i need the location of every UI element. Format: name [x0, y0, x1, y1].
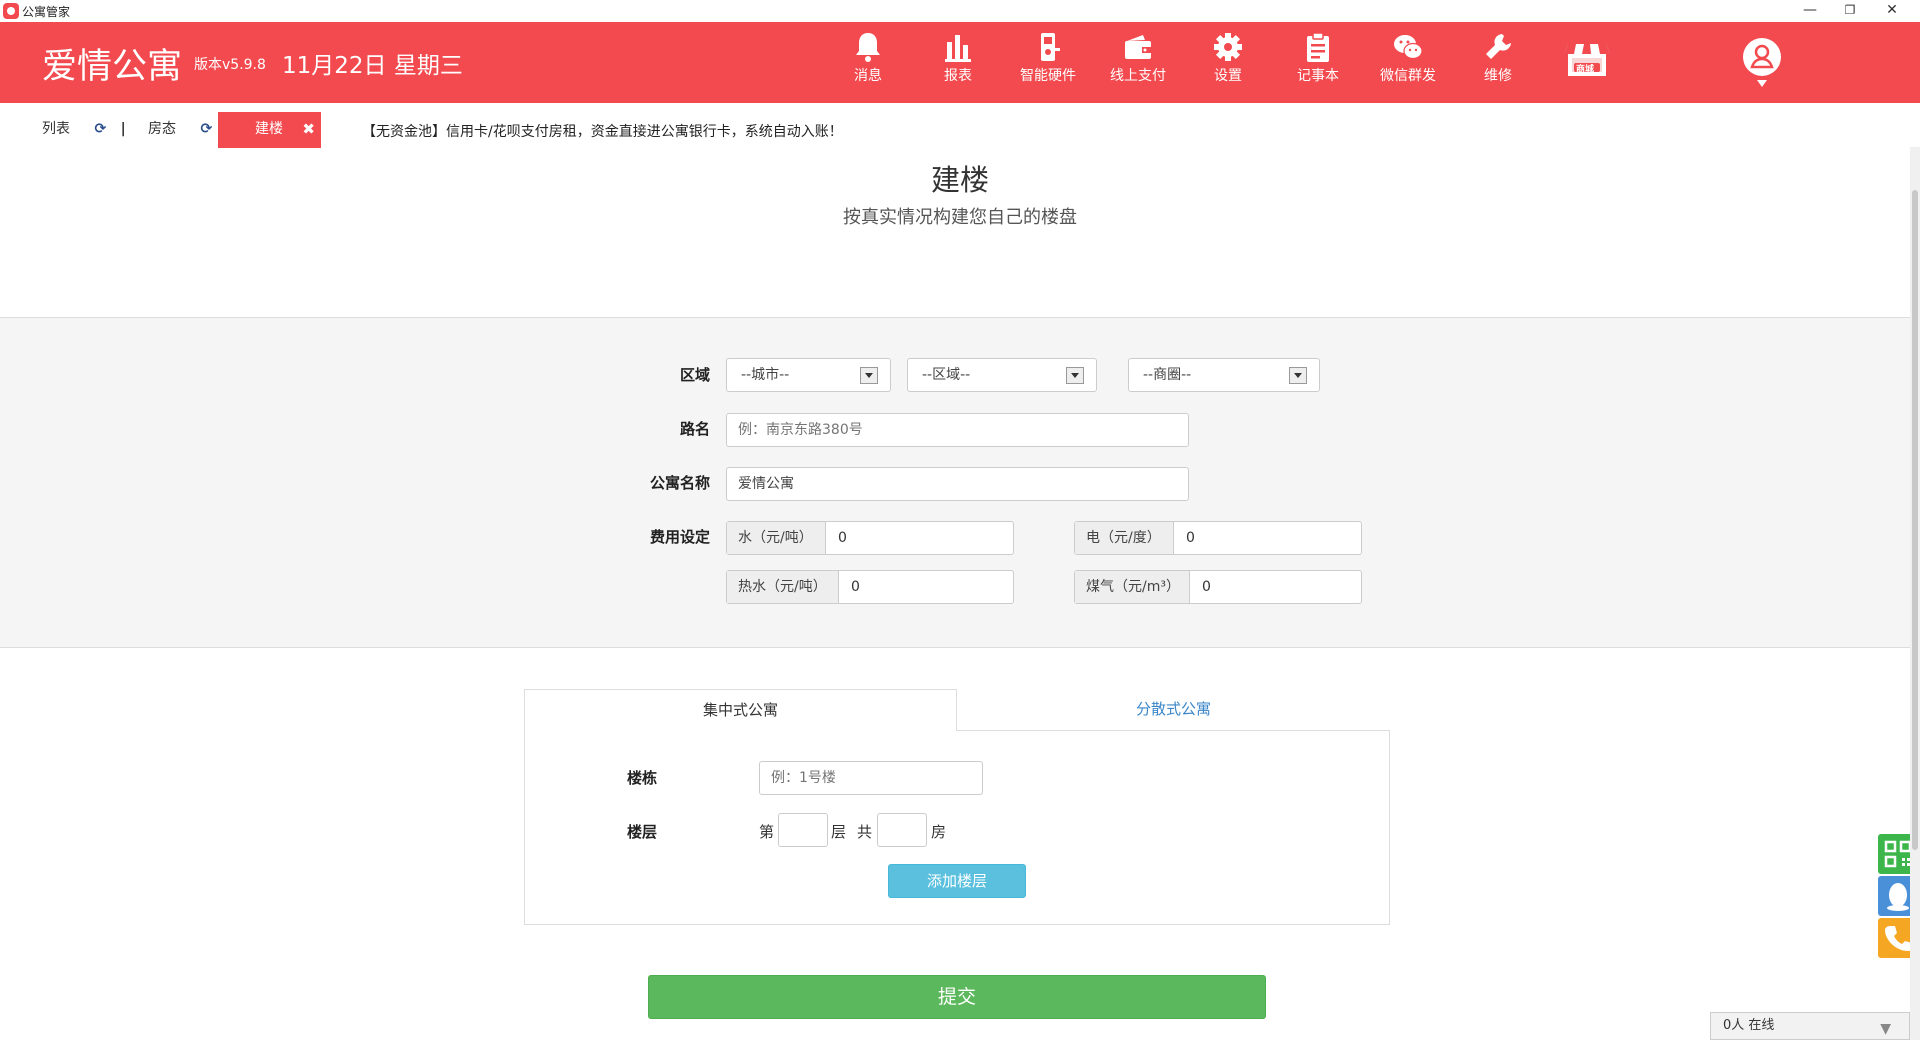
tab-room-status[interactable]: 房态 ⟳	[148, 112, 212, 148]
gas-fee-unit: 煤气（元/m³）	[1075, 571, 1190, 603]
restore-button[interactable]: ❐	[1830, 0, 1870, 22]
online-count: 0人 在线	[1723, 1018, 1775, 1033]
electric-fee-unit: 电（元/度）	[1075, 522, 1174, 554]
total-prefix: 共	[857, 823, 873, 841]
business-district-select[interactable]: --商圈--	[1128, 358, 1320, 392]
title-bar: 公寓管家 — ❐ ✕	[0, 0, 1920, 22]
minimize-button[interactable]: —	[1790, 0, 1830, 22]
tab-scattered-apartment[interactable]: 分散式公寓	[957, 689, 1390, 731]
electric-fee-input[interactable]: 0	[1186, 522, 1195, 554]
hot-water-fee-unit: 热水（元/吨）	[727, 571, 839, 603]
water-fee-group: 水（元/吨） 0	[726, 521, 1014, 555]
nav-label: 维修	[1484, 68, 1512, 84]
window-title: 公寓管家	[22, 5, 71, 19]
building-label: 楼栋	[626, 769, 657, 787]
collapse-icon[interactable]: ▼	[1880, 1016, 1891, 1040]
building-input[interactable]	[759, 761, 983, 795]
date-label: 11月22日 星期三	[282, 53, 463, 79]
tab-label: 列表	[42, 121, 70, 137]
brand-logo: 爱情公寓	[42, 47, 183, 87]
apartment-form-section: 区域 --城市-- --区域-- --商圈-- 路名 公寓名称 爱情公寓 费用设…	[0, 317, 1920, 648]
nav-reports[interactable]: 报表	[918, 30, 998, 98]
nav-online-payment[interactable]: 线上支付	[1098, 30, 1178, 98]
nav-messages[interactable]: 消息	[828, 30, 908, 98]
smart-lock-icon	[1032, 30, 1064, 64]
floor-label: 楼层	[626, 823, 657, 841]
shop-button[interactable]: 商城	[1562, 32, 1612, 82]
gas-fee-input[interactable]: 0	[1202, 571, 1211, 603]
tab-separator: |	[120, 121, 126, 137]
top-header: 爱情公寓 版本v5.9.8 11月22日 星期三 消息 报表 智能硬件 线上支付	[0, 22, 1920, 103]
nav-label: 记事本	[1297, 68, 1339, 84]
floor-prefix: 第	[759, 823, 775, 841]
hot-water-fee-group: 热水（元/吨） 0	[726, 570, 1014, 604]
business-district-value: --商圈--	[1143, 367, 1192, 383]
floor-number-input[interactable]	[778, 813, 828, 847]
page-title: 建楼	[930, 163, 989, 197]
hot-water-fee-input[interactable]: 0	[851, 571, 860, 603]
nav-wechat-broadcast[interactable]: 微信群发	[1368, 30, 1448, 98]
submit-button[interactable]: 提交	[648, 975, 1266, 1019]
scrollbar-thumb[interactable]	[1912, 190, 1918, 850]
floor-suffix: 层	[831, 823, 847, 841]
notice-banner[interactable]: 【无资金池】信用卡/花呗支付房租，资金直接进公寓银行卡，系统自动入账！	[362, 121, 843, 141]
apartment-name-label: 公寓名称	[649, 474, 710, 492]
road-label: 路名	[679, 420, 710, 438]
district-select[interactable]: --区域--	[907, 358, 1097, 392]
city-value: --城市--	[741, 367, 790, 383]
region-label: 区域	[679, 366, 710, 384]
tab-label: 建楼	[255, 121, 283, 137]
page-subtitle: 按真实情况构建您自己的楼盘	[843, 207, 1077, 228]
gas-fee-group: 煤气（元/m³） 0	[1074, 570, 1362, 604]
nav-label: 智能硬件	[1020, 68, 1076, 84]
user-menu-caret-icon[interactable]	[1757, 80, 1767, 87]
online-users-widget[interactable]: 0人 在线 ▼	[1710, 1012, 1910, 1040]
road-input[interactable]	[726, 413, 1189, 447]
apartment-name-input[interactable]: 爱情公寓	[726, 467, 1189, 501]
nav-label: 设置	[1214, 68, 1242, 84]
nav-label: 报表	[944, 68, 972, 84]
close-window-button[interactable]: ✕	[1872, 0, 1912, 22]
city-select[interactable]: --城市--	[726, 358, 891, 392]
water-fee-unit: 水（元/吨）	[727, 522, 826, 554]
shop-label: 商城	[1576, 65, 1595, 75]
version-label: 版本v5.9.8	[194, 57, 266, 73]
dropdown-arrow-icon	[1289, 367, 1307, 384]
dropdown-arrow-icon	[860, 367, 878, 384]
nav-label: 线上支付	[1110, 68, 1166, 84]
clipboard-icon	[1302, 30, 1334, 64]
refresh-icon[interactable]: ⟳	[94, 112, 106, 146]
refresh-icon[interactable]: ⟳	[200, 112, 212, 146]
tab-build[interactable]: 建楼 ✖	[218, 112, 321, 148]
tab-bar: 列表 ⟳ | 房态 ⟳ 建楼 ✖ 【无资金池】信用卡/花呗支付房租，资金直接进公…	[0, 103, 1920, 153]
wrench-icon	[1482, 30, 1514, 64]
tab-label: 房态	[148, 121, 176, 137]
wallet-icon	[1122, 30, 1154, 64]
room-count-input[interactable]	[877, 813, 927, 847]
add-floor-button[interactable]: 添加楼层	[888, 864, 1026, 898]
user-icon	[1750, 44, 1774, 69]
wechat-icon	[1392, 30, 1424, 64]
nav-label: 消息	[854, 68, 882, 84]
nav-label: 微信群发	[1380, 68, 1436, 84]
room-suffix: 房	[931, 823, 947, 841]
app-window: 公寓管家 — ❐ ✕ 爱情公寓 版本v5.9.8 11月22日 星期三 消息 报…	[0, 0, 1920, 1040]
water-fee-input[interactable]: 0	[838, 522, 847, 554]
tab-central-apartment[interactable]: 集中式公寓	[524, 689, 957, 731]
close-tab-icon[interactable]: ✖	[302, 112, 315, 146]
nav-settings[interactable]: 设置	[1188, 30, 1268, 98]
gear-icon	[1212, 30, 1244, 64]
dropdown-arrow-icon	[1066, 367, 1084, 384]
bell-icon	[852, 30, 884, 64]
tab-list[interactable]: 列表 ⟳ |	[42, 112, 126, 148]
nav-repair[interactable]: 维修	[1458, 30, 1538, 98]
district-value: --区域--	[922, 367, 971, 383]
app-logo-icon	[3, 3, 19, 19]
electric-fee-group: 电（元/度） 0	[1074, 521, 1362, 555]
fee-setting-label: 费用设定	[649, 528, 710, 546]
bar-chart-icon	[942, 30, 974, 64]
user-avatar[interactable]	[1743, 38, 1781, 76]
nav-notepad[interactable]: 记事本	[1278, 30, 1358, 98]
nav-smart-hardware[interactable]: 智能硬件	[1008, 30, 1088, 98]
